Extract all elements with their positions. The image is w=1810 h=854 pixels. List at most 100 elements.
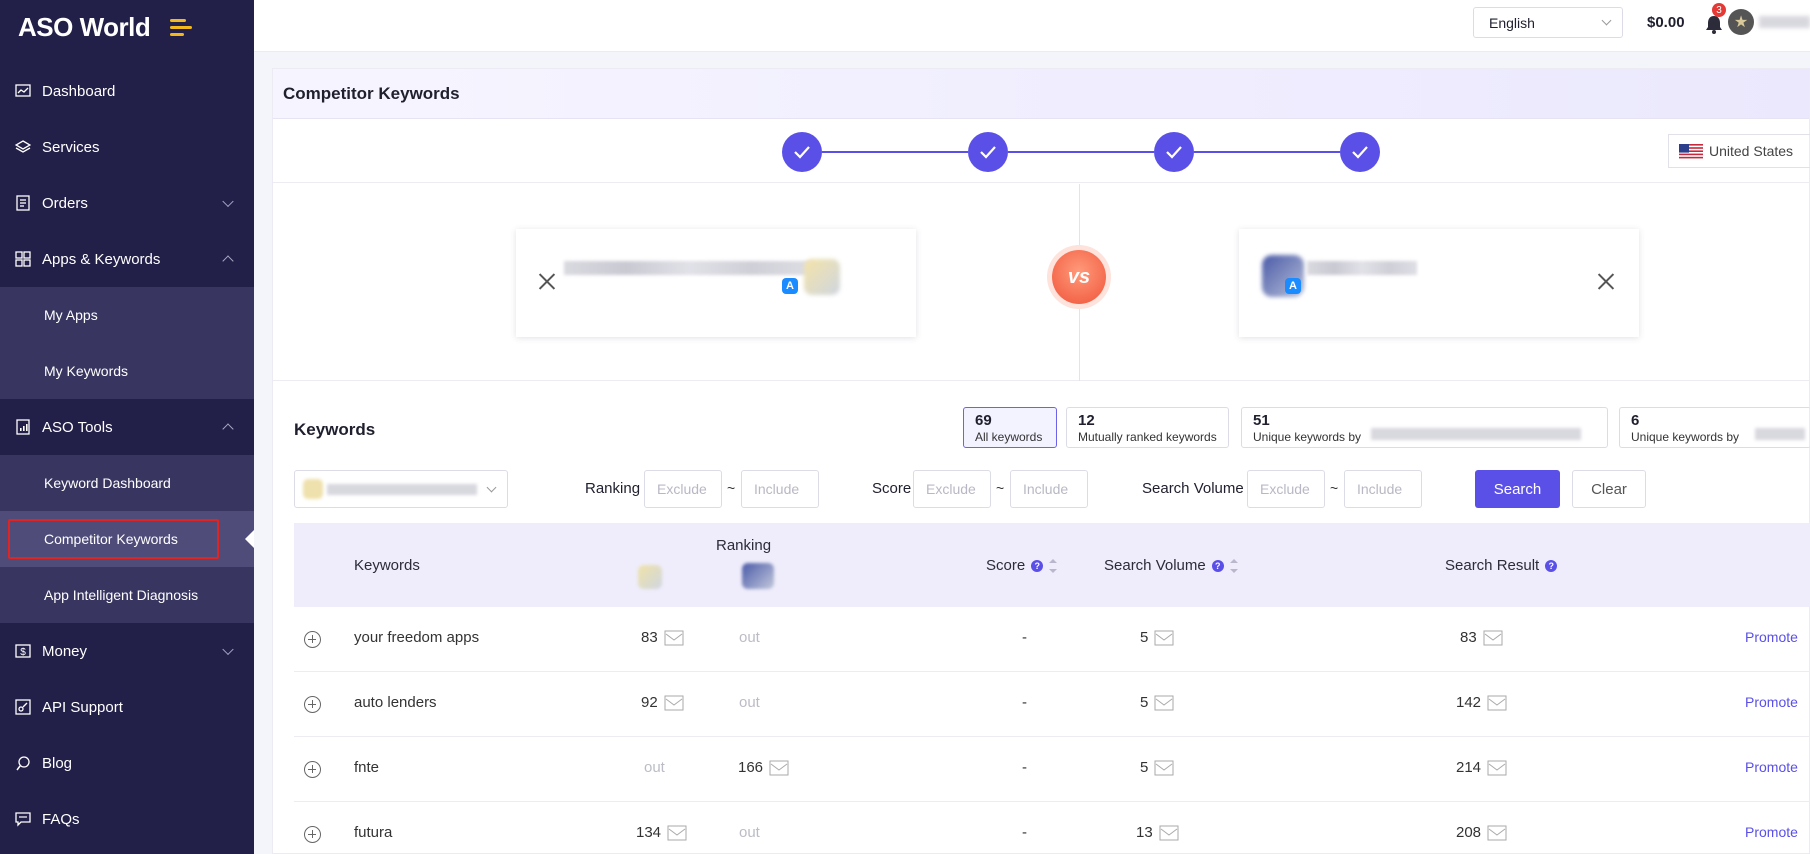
- brand-logo[interactable]: ASO World: [18, 12, 151, 43]
- country-select[interactable]: United States: [1668, 134, 1810, 168]
- close-icon[interactable]: [538, 272, 556, 290]
- app-2-icon: [742, 563, 774, 589]
- promote-link[interactable]: Promote: [1745, 824, 1798, 840]
- tab-label: All keywords: [975, 430, 1043, 444]
- sidebar-item-money[interactable]: $ Money: [0, 623, 254, 679]
- sidebar-item-aso-tools[interactable]: ASO Tools: [0, 399, 254, 455]
- ranking-exclude-input[interactable]: [644, 470, 722, 508]
- tab-count: 12: [1078, 412, 1095, 429]
- sort-icon[interactable]: [1049, 558, 1058, 573]
- clear-button[interactable]: Clear: [1572, 470, 1646, 508]
- app-selector[interactable]: [294, 470, 508, 508]
- sidebar-item-app-intelligent-diagnosis[interactable]: App Intelligent Diagnosis: [0, 567, 254, 623]
- chevron-up-icon: [222, 423, 234, 435]
- vs-badge: vs: [1052, 250, 1106, 304]
- sidebar-item-label: Apps & Keywords: [42, 250, 161, 268]
- sidebar-item-my-keywords[interactable]: My Keywords: [0, 343, 254, 399]
- column-label: Search Volume: [1104, 557, 1206, 574]
- keyword-cell: futura: [354, 824, 393, 841]
- chevron-up-icon: [222, 255, 234, 267]
- close-icon[interactable]: [1597, 272, 1615, 290]
- step-connector: [1008, 151, 1154, 153]
- sidebar-item-my-apps[interactable]: My Apps: [0, 287, 254, 343]
- trend-chart-icon[interactable]: [1154, 760, 1174, 776]
- sidebar-item-label: Orders: [42, 194, 88, 212]
- app-store-icon: A: [1285, 278, 1301, 294]
- sidebar-item-services[interactable]: Services: [0, 119, 254, 175]
- column-label: Score: [986, 557, 1026, 574]
- blog-icon: [14, 754, 32, 772]
- expand-icon[interactable]: [304, 631, 321, 648]
- us-flag-icon: [1679, 144, 1703, 160]
- tab-mutually-ranked[interactable]: 12 Mutually ranked keywords: [1066, 407, 1229, 448]
- sidebar-item-blog[interactable]: Blog: [0, 735, 254, 791]
- score-cell: -: [1022, 694, 1027, 711]
- search-button[interactable]: Search: [1475, 470, 1560, 508]
- ranking-include-input[interactable]: [741, 470, 819, 508]
- trend-chart-icon[interactable]: [1487, 760, 1507, 776]
- trend-chart-icon[interactable]: [667, 825, 687, 841]
- app-comparison: A vs A: [273, 184, 1810, 381]
- promote-link[interactable]: Promote: [1745, 694, 1798, 710]
- expand-icon[interactable]: [304, 696, 321, 713]
- help-icon[interactable]: ?: [1211, 559, 1224, 572]
- expand-icon[interactable]: [304, 761, 321, 778]
- table-row: futura 134 out - 13 208 Promote: [294, 802, 1810, 854]
- volume-include-input[interactable]: [1344, 470, 1422, 508]
- check-icon: [794, 146, 810, 159]
- trend-chart-icon[interactable]: [1154, 695, 1174, 711]
- trend-chart-icon[interactable]: [1487, 695, 1507, 711]
- tab-unique-app-1[interactable]: 51 Unique keywords by: [1241, 407, 1608, 448]
- score-exclude-input[interactable]: [913, 470, 991, 508]
- trend-chart-icon[interactable]: [1159, 825, 1179, 841]
- promote-link[interactable]: Promote: [1745, 759, 1798, 775]
- help-icon[interactable]: ?: [1031, 559, 1044, 572]
- table-row: auto lenders 92 out - 5 142 Promote: [294, 672, 1810, 737]
- trend-chart-icon[interactable]: [664, 630, 684, 646]
- sidebar-item-api-support[interactable]: API Support: [0, 679, 254, 735]
- rank-app1-cell: out: [644, 759, 665, 776]
- sidebar-item-competitor-keywords[interactable]: Competitor Keywords: [0, 511, 254, 567]
- sort-icon[interactable]: [1229, 558, 1238, 573]
- result-value: 142: [1456, 694, 1482, 711]
- promote-link[interactable]: Promote: [1745, 629, 1798, 645]
- trend-chart-icon[interactable]: [1154, 630, 1174, 646]
- avatar[interactable]: ★: [1728, 9, 1754, 35]
- expand-icon[interactable]: [304, 826, 321, 843]
- table-row: fnte out 166 - 5 214 Promote: [294, 737, 1810, 802]
- sidebar-item-dashboard[interactable]: Dashboard: [0, 63, 254, 119]
- score-cell: -: [1022, 824, 1027, 841]
- trend-chart-icon[interactable]: [664, 695, 684, 711]
- chevron-down-icon: [1601, 15, 1612, 26]
- sidebar-item-faqs[interactable]: FAQs: [0, 791, 254, 847]
- tab-unique-app-2[interactable]: 6 Unique keywords by: [1619, 407, 1810, 448]
- keyword-cell: auto lenders: [354, 694, 437, 711]
- sidebar-item-orders[interactable]: Orders: [0, 175, 254, 231]
- language-select[interactable]: English: [1473, 7, 1623, 38]
- rank-value: 83: [641, 629, 658, 646]
- sidebar-item-apps-keywords[interactable]: Apps & Keywords: [0, 231, 254, 287]
- app-card-left: A: [516, 229, 916, 337]
- volume-exclude-input[interactable]: [1247, 470, 1325, 508]
- app-store-icon: A: [782, 278, 798, 294]
- help-icon[interactable]: ?: [1545, 559, 1558, 572]
- table-row: your freedom apps 83 out - 5 83 Promote: [294, 607, 1810, 672]
- country-value: United States: [1709, 143, 1794, 159]
- tab-all-keywords[interactable]: 69 All keywords: [963, 407, 1057, 448]
- step-complete-3: [1154, 132, 1194, 172]
- trend-chart-icon[interactable]: [1483, 630, 1503, 646]
- menu-toggle-icon[interactable]: [170, 18, 194, 37]
- chevron-down-icon: [222, 195, 234, 208]
- username-redacted[interactable]: [1759, 16, 1810, 28]
- app-icon-redacted: [303, 479, 323, 499]
- sidebar-item-keyword-dashboard[interactable]: Keyword Dashboard: [0, 455, 254, 511]
- page-title: Competitor Keywords: [273, 69, 1809, 119]
- score-cell: -: [1022, 629, 1027, 646]
- trend-chart-icon[interactable]: [769, 760, 789, 776]
- column-search-volume[interactable]: Search Volume ?: [1104, 557, 1238, 574]
- logo-row: ASO World: [0, 0, 254, 55]
- column-score[interactable]: Score ?: [986, 557, 1058, 574]
- score-include-input[interactable]: [1010, 470, 1088, 508]
- step-complete-1: [782, 132, 822, 172]
- trend-chart-icon[interactable]: [1487, 825, 1507, 841]
